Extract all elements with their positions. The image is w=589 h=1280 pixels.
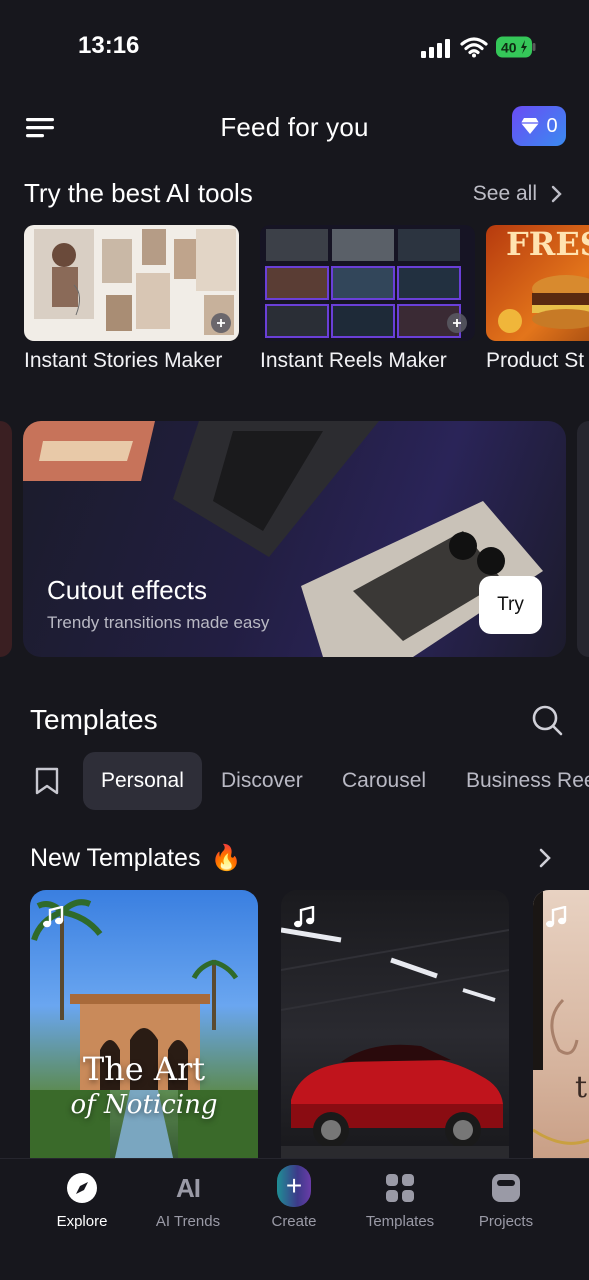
see-all-label: See all bbox=[472, 182, 537, 205]
compass-icon bbox=[65, 1171, 99, 1205]
nav-label: Templates bbox=[365, 1213, 435, 1230]
status-bar: 13:16 40 bbox=[0, 0, 589, 95]
tab-discover[interactable]: Discover bbox=[221, 752, 303, 810]
tool-thumbnail bbox=[24, 225, 239, 341]
new-templates-title: New Templates 🔥 bbox=[30, 844, 242, 873]
tool-card-product[interactable]: FRESH Product St bbox=[486, 225, 589, 373]
nav-templates[interactable]: Templates bbox=[352, 1171, 448, 1230]
tool-label: Instant Reels Maker bbox=[260, 349, 447, 372]
templates-header: Templates bbox=[0, 700, 589, 744]
ai-tools-list: Instant Stories Maker Instant Reels Make… bbox=[24, 225, 589, 375]
new-templates-header: New Templates 🔥 bbox=[0, 840, 589, 880]
top-header: Feed for you 0 bbox=[0, 100, 589, 156]
bookmark-icon[interactable] bbox=[34, 766, 60, 796]
try-button[interactable]: Try bbox=[479, 576, 542, 634]
tab-carousel[interactable]: Carousel bbox=[342, 752, 426, 810]
banner-peek-left[interactable] bbox=[0, 421, 12, 657]
banner-peek-right[interactable] bbox=[577, 421, 589, 657]
nav-create[interactable]: + Create bbox=[246, 1165, 342, 1230]
search-icon[interactable] bbox=[531, 704, 563, 736]
plus-icon: + bbox=[277, 1165, 311, 1207]
tab-business-reels[interactable]: Business Ree bbox=[466, 752, 589, 810]
projects-icon bbox=[489, 1171, 523, 1205]
tool-thumbnail: FRESH bbox=[486, 225, 589, 341]
ai-tools-title: Try the best AI tools bbox=[24, 178, 253, 208]
status-time: 13:16 bbox=[78, 32, 140, 59]
bottom-navigation: Explore AI AI Trends + Create Templates bbox=[0, 1158, 589, 1280]
music-note-icon bbox=[43, 906, 64, 928]
nav-ai-trends[interactable]: AI AI Trends bbox=[140, 1171, 236, 1231]
template-card[interactable]: t bbox=[533, 890, 589, 1160]
add-icon bbox=[447, 313, 467, 333]
battery-level: 40 bbox=[501, 40, 517, 56]
nav-explore[interactable]: Explore bbox=[34, 1171, 130, 1230]
gem-count: 0 bbox=[546, 114, 558, 137]
template-text-sub: of Noticing bbox=[70, 1090, 218, 1120]
diamond-icon bbox=[521, 118, 540, 134]
signal-icon bbox=[421, 39, 450, 58]
add-icon bbox=[211, 313, 231, 333]
music-note-icon bbox=[546, 906, 567, 928]
gem-balance-button[interactable]: 0 bbox=[512, 106, 566, 146]
wifi-icon bbox=[460, 37, 488, 58]
tool-label: Instant Stories Maker bbox=[24, 349, 223, 372]
tool-label: Product St bbox=[486, 349, 585, 372]
chevron-right-icon bbox=[551, 185, 562, 203]
template-text-main: t bbox=[575, 1070, 588, 1105]
template-card[interactable] bbox=[281, 890, 509, 1160]
template-card[interactable]: The Art of Noticing bbox=[30, 890, 258, 1160]
chevron-right-icon[interactable] bbox=[535, 846, 555, 870]
templates-tabs: Personal Discover Carousel Business Ree bbox=[0, 752, 589, 810]
tool-card-instant-reels[interactable]: Instant Reels Maker bbox=[260, 225, 475, 373]
tool-card-instant-stories[interactable]: Instant Stories Maker bbox=[24, 225, 239, 373]
banner-title: Cutout effects bbox=[47, 575, 207, 605]
cutout-effects-banner[interactable]: Cutout effects Trendy transitions made e… bbox=[23, 421, 566, 657]
ai-icon: AI bbox=[176, 1172, 201, 1203]
nav-label: Explore bbox=[56, 1213, 108, 1230]
nav-label: Projects bbox=[478, 1213, 534, 1230]
banner-subtitle: Trendy transitions made easy bbox=[47, 613, 270, 632]
grid-icon bbox=[383, 1171, 417, 1205]
new-templates-list: The Art of Noticing t bbox=[0, 890, 589, 1160]
battery-icon: 40 bbox=[496, 36, 536, 58]
nav-label: AI Trends bbox=[155, 1213, 221, 1230]
page-title: Feed for you bbox=[220, 112, 369, 142]
new-templates-label: New Templates bbox=[30, 844, 201, 872]
nav-projects[interactable]: Projects bbox=[458, 1171, 554, 1230]
music-note-icon bbox=[294, 906, 315, 928]
templates-title: Templates bbox=[30, 704, 158, 735]
see-all-link[interactable]: See all bbox=[473, 182, 563, 206]
template-text-main: The Art bbox=[82, 1050, 206, 1088]
tool-thumbnail bbox=[260, 225, 475, 341]
nav-label: Create bbox=[271, 1213, 317, 1230]
tab-personal[interactable]: Personal bbox=[83, 752, 202, 810]
fire-emoji: 🔥 bbox=[210, 844, 242, 872]
